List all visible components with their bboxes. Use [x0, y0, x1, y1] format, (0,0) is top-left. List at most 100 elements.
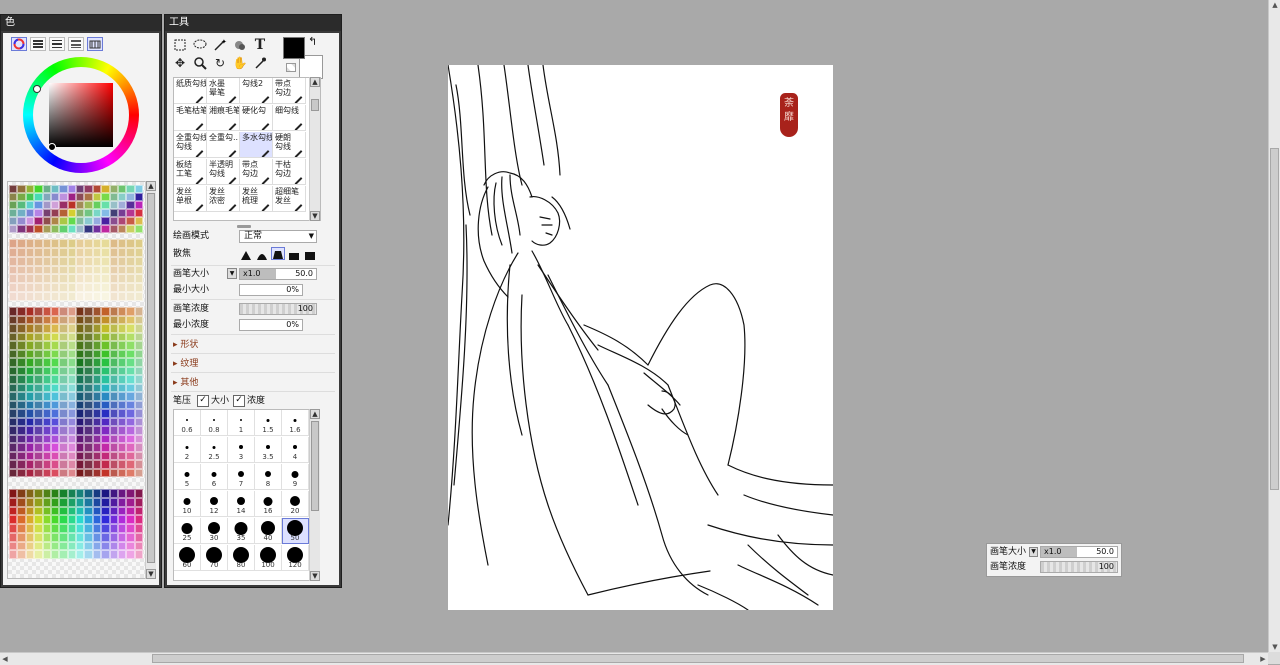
color-swatch[interactable]	[25, 451, 35, 460]
color-swatch[interactable]	[134, 307, 143, 316]
color-swatch[interactable]	[76, 451, 85, 460]
color-swatch[interactable]	[50, 468, 60, 477]
color-swatch[interactable]	[117, 185, 127, 193]
brush-size-option[interactable]: 3	[228, 437, 255, 463]
color-swatch[interactable]	[92, 392, 102, 401]
color-swatch[interactable]	[101, 307, 110, 316]
color-swatch[interactable]	[134, 239, 143, 248]
color-swatch[interactable]	[109, 392, 118, 401]
lasso-icon[interactable]	[191, 37, 209, 53]
color-swatch[interactable]	[42, 375, 51, 384]
color-swatch[interactable]	[126, 451, 135, 460]
color-swatch[interactable]	[9, 225, 18, 233]
color-swatch[interactable]	[76, 315, 85, 324]
color-swatch[interactable]	[25, 225, 35, 233]
color-swatch[interactable]	[109, 193, 118, 201]
color-swatch[interactable]	[67, 185, 76, 193]
color-swatch[interactable]	[9, 434, 18, 443]
color-swatch[interactable]	[76, 256, 85, 266]
brush-size-option[interactable]: 8	[255, 464, 282, 490]
color-swatch[interactable]	[76, 324, 85, 333]
color-swatch[interactable]	[76, 247, 85, 257]
color-swatch[interactable]	[9, 426, 18, 435]
brush-preset[interactable]: 毛笔枯笔	[174, 105, 207, 131]
color-swatch[interactable]	[34, 239, 43, 248]
color-swatch[interactable]	[67, 468, 76, 477]
color-swatch[interactable]	[134, 524, 143, 533]
color-swatch[interactable]	[42, 443, 51, 452]
color-swatch[interactable]	[42, 341, 51, 350]
color-swatch[interactable]	[67, 426, 76, 435]
color-swatch[interactable]	[126, 349, 135, 358]
color-swatch[interactable]	[34, 460, 43, 469]
color-swatch[interactable]	[84, 358, 93, 367]
color-swatch[interactable]	[117, 193, 127, 201]
brush-preset[interactable]: 硬朗 勾线	[273, 132, 306, 158]
color-swatch[interactable]	[76, 332, 85, 341]
color-swatch[interactable]	[92, 185, 102, 193]
color-swatch[interactable]	[117, 443, 127, 452]
color-swatch[interactable]	[59, 426, 68, 435]
color-swatch[interactable]	[126, 375, 135, 384]
color-swatch[interactable]	[25, 201, 35, 209]
brush-size-option[interactable]: 80	[228, 545, 255, 571]
color-swatch[interactable]	[126, 315, 135, 324]
color-swatch[interactable]	[25, 193, 35, 201]
color-swatch[interactable]	[126, 515, 135, 524]
color-swatch[interactable]	[17, 366, 26, 375]
brush-scroll-up-icon[interactable]: ▲	[310, 77, 320, 87]
color-swatch[interactable]	[84, 201, 93, 209]
color-swatch[interactable]	[50, 341, 60, 350]
color-swatch[interactable]	[134, 468, 143, 477]
color-swatch[interactable]	[126, 247, 135, 257]
brush-preset[interactable]: 超细笔 发丝	[273, 186, 306, 212]
color-swatch[interactable]	[76, 265, 85, 275]
color-swatch[interactable]	[34, 217, 43, 225]
color-swatch[interactable]	[101, 426, 110, 435]
color-swatch[interactable]	[67, 307, 76, 316]
color-swatch[interactable]	[117, 247, 127, 257]
color-swatch[interactable]	[42, 541, 51, 551]
color-swatch[interactable]	[76, 532, 85, 542]
section-other[interactable]: 其他	[173, 375, 198, 388]
color-swatch[interactable]	[117, 524, 127, 533]
swatch-scroll-thumb[interactable]	[147, 193, 155, 563]
color-swatch[interactable]	[134, 443, 143, 452]
color-swatch[interactable]	[84, 550, 93, 559]
color-swatch[interactable]	[117, 209, 127, 217]
color-swatch[interactable]	[50, 443, 60, 452]
color-swatch[interactable]	[67, 315, 76, 324]
color-swatch[interactable]	[67, 225, 76, 233]
color-swatch[interactable]	[76, 358, 85, 367]
color-swatch[interactable]	[134, 541, 143, 551]
color-swatch[interactable]	[34, 417, 43, 426]
brush-preset[interactable]: 勾线2	[240, 78, 273, 104]
color-swatch[interactable]	[117, 451, 127, 460]
color-swatch[interactable]	[126, 443, 135, 452]
color-swatch[interactable]	[50, 209, 60, 217]
brush-size-option[interactable]: 30	[201, 518, 228, 544]
color-swatch[interactable]	[101, 193, 110, 201]
color-swatch[interactable]	[126, 292, 135, 301]
brush-size-option[interactable]: 40	[255, 518, 282, 544]
color-swatch[interactable]	[134, 417, 143, 426]
color-swatch[interactable]	[92, 497, 102, 507]
color-swatch[interactable]	[25, 489, 35, 498]
color-swatch[interactable]	[109, 247, 118, 257]
brush-preset[interactable]: 多水勾线	[240, 132, 273, 158]
color-swatch[interactable]	[134, 193, 143, 201]
color-swatch[interactable]	[17, 225, 26, 233]
color-swatch[interactable]	[92, 468, 102, 477]
color-swatch[interactable]	[92, 201, 102, 209]
color-swatch[interactable]	[76, 201, 85, 209]
color-swatch[interactable]	[42, 366, 51, 375]
color-swatch[interactable]	[42, 434, 51, 443]
color-swatch[interactable]	[42, 201, 51, 209]
rgb-slider-icon[interactable]	[30, 37, 46, 51]
color-swatch[interactable]	[25, 324, 35, 333]
color-swatch[interactable]	[9, 409, 18, 418]
color-swatch[interactable]	[134, 515, 143, 524]
color-swatch[interactable]	[50, 283, 60, 293]
color-swatch[interactable]	[92, 434, 102, 443]
color-swatch[interactable]	[134, 400, 143, 409]
